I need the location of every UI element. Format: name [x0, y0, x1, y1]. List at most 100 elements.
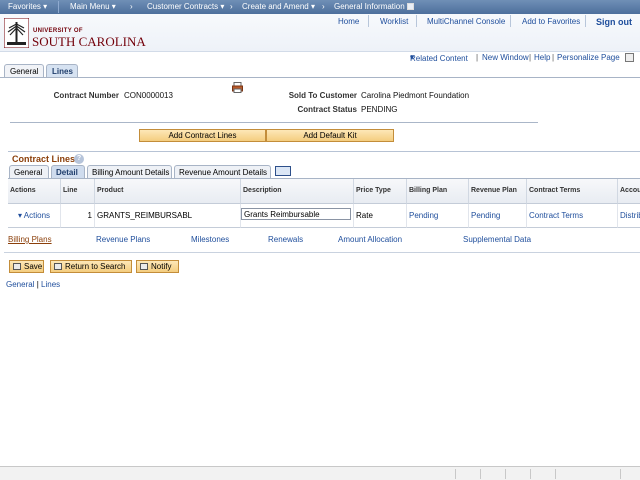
customer-contracts-label: Customer Contracts [147, 2, 219, 11]
header-separator [585, 15, 586, 27]
utility-separator: | [476, 53, 479, 62]
add-contract-lines-button[interactable]: Add Contract Lines [139, 129, 266, 142]
personalize-page-link[interactable]: Personalize Page [557, 53, 620, 62]
section-divider [10, 122, 538, 123]
cell-product: GRANTS_REIMBURSABL [95, 204, 241, 228]
print-icon[interactable] [232, 82, 243, 93]
contract-lines-header: Contract Lines ? [8, 151, 640, 165]
cell-billing-plan-link[interactable]: Pending [407, 204, 469, 228]
contract-status-label: Contract Status [297, 105, 357, 114]
breadcrumb-arrow: › [322, 2, 325, 11]
col-header-account: Accou [618, 179, 640, 204]
logo-line2: SOUTH CAROLINA [32, 34, 146, 49]
main-menu[interactable]: Main Menu ▾ [70, 2, 116, 11]
new-window-link[interactable]: New Window [482, 53, 529, 62]
new-window-icon[interactable] [406, 3, 414, 11]
customer-contracts-menu[interactable]: Customer Contracts ▾ [147, 2, 224, 11]
utility-separator: | [552, 53, 555, 62]
grid-tab-revenue-amount-details[interactable]: Revenue Amount Details [174, 165, 271, 178]
related-content-link[interactable]: Related Content ▾ [410, 53, 468, 63]
return-label: Return to Search [65, 262, 126, 271]
row-actions-label: Actions [23, 211, 51, 220]
cell-line: 1 [61, 204, 95, 228]
toolbar-divider [4, 252, 640, 253]
grid-tab-detail[interactable]: Detail [51, 165, 85, 178]
create-and-amend-menu[interactable]: Create and Amend ▾ [242, 2, 315, 11]
help-icon[interactable]: ? [74, 154, 84, 164]
renewals-link[interactable]: Renewals [268, 235, 303, 244]
university-logo[interactable]: UNIVERSITY OF SOUTH CAROLINA [4, 18, 146, 50]
related-content-label: Related Content [410, 54, 468, 63]
contract-number-label: Contract Number [53, 91, 119, 100]
col-header-description: Description [241, 179, 354, 204]
page-utility-bar: Related Content ▾ | New Window | Help | … [0, 52, 640, 64]
add-to-favorites-link[interactable]: Add to Favorites [522, 17, 580, 26]
show-all-columns-icon[interactable] [275, 166, 291, 176]
favorites-menu[interactable]: Favorites ▾ [8, 2, 47, 11]
contract-number-value: CON0000013 [124, 91, 173, 100]
grid-tab-billing-amount-details[interactable]: Billing Amount Details [87, 165, 172, 178]
save-icon [13, 263, 21, 270]
row-actions-menu[interactable]: ▾ Actions [8, 204, 61, 228]
browser-status-bar [0, 466, 640, 480]
sign-out-link[interactable]: Sign out [596, 17, 632, 27]
footer-links: General | Lines [6, 280, 60, 289]
breadcrumb-arrow: › [230, 2, 233, 11]
col-header-line: Line [61, 179, 95, 204]
home-link[interactable]: Home [338, 17, 359, 26]
add-default-kit-button[interactable]: Add Default Kit [266, 129, 394, 142]
header-separator [416, 15, 417, 27]
help-link[interactable]: Help [534, 53, 550, 62]
milestones-link[interactable]: Milestones [191, 235, 229, 244]
contract-status-value: PENDING [361, 105, 398, 114]
worklist-link[interactable]: Worklist [380, 17, 408, 26]
multichannel-console-link[interactable]: MultiChannel Console [427, 17, 505, 26]
nav-separator [58, 1, 59, 13]
cell-revenue-plan-link[interactable]: Pending [469, 204, 527, 228]
header-separator [368, 15, 369, 27]
tab-lines[interactable]: Lines [46, 64, 78, 77]
grid-tab-general[interactable]: General [9, 165, 49, 178]
header-separator [510, 15, 511, 27]
contract-lines-grid: Actions Line Product Description Price T… [8, 178, 640, 228]
tab-divider [0, 77, 640, 78]
footer-separator: | [36, 280, 39, 289]
col-header-price-type: Price Type [354, 179, 407, 204]
portal-header: UNIVERSITY OF SOUTH CAROLINA Home Workli… [0, 14, 640, 52]
description-input[interactable] [241, 208, 351, 220]
amount-allocation-link[interactable]: Amount Allocation [338, 235, 402, 244]
cell-account-link[interactable]: Distrib [618, 204, 640, 228]
main-menu-label: Main Menu [70, 2, 110, 11]
col-header-revenue-plan: Revenue Plan [469, 179, 527, 204]
top-navigation-bar: Favorites ▾ Main Menu ▾ › Customer Contr… [0, 0, 640, 14]
return-icon [54, 263, 62, 270]
general-information-menu[interactable]: General Information [334, 2, 414, 11]
col-header-product: Product [95, 179, 241, 204]
return-to-search-button[interactable]: Return to Search [50, 260, 132, 273]
billing-plans-link[interactable]: Billing Plans [8, 235, 52, 244]
general-information-label: General Information [334, 2, 405, 11]
sold-to-customer-value: Carolina Piedmont Foundation [361, 91, 470, 100]
cell-price-type: Rate [354, 204, 407, 228]
supplemental-data-link[interactable]: Supplemental Data [463, 235, 531, 244]
save-button[interactable]: Save [9, 260, 44, 273]
palmetto-logo-icon [4, 18, 29, 48]
notify-button[interactable]: Notify [136, 260, 179, 273]
notify-label: Notify [151, 262, 172, 271]
save-label: Save [24, 262, 43, 271]
contract-lines-title: Contract Lines [12, 154, 76, 164]
revenue-plans-link[interactable]: Revenue Plans [96, 235, 150, 244]
tab-general[interactable]: General [4, 64, 44, 77]
utility-separator: | [529, 53, 532, 62]
cell-contract-terms-link[interactable]: Contract Terms [527, 204, 618, 228]
footer-lines-link[interactable]: Lines [41, 280, 60, 289]
create-and-amend-label: Create and Amend [242, 2, 309, 11]
footer-general-link[interactable]: General [6, 280, 34, 289]
favorites-label: Favorites [8, 2, 41, 11]
page-options-icon[interactable] [625, 53, 634, 62]
col-header-actions: Actions [8, 179, 61, 204]
breadcrumb-arrow: › [130, 2, 133, 11]
col-header-contract-terms: Contract Terms [527, 179, 618, 204]
notify-icon [140, 263, 148, 270]
sold-to-customer-label: Sold To Customer [288, 91, 357, 100]
